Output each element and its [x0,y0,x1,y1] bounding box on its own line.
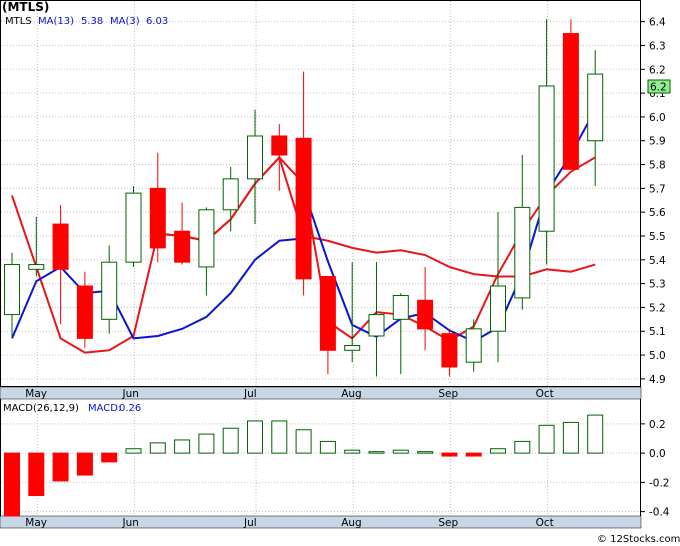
macd-bar [101,452,118,463]
candle-body [28,264,45,270]
price-tick-label: 5.8 [649,160,666,172]
macd-bar [174,439,191,454]
macd-bar [198,433,215,454]
legend-symbol: MTLS [5,16,32,27]
chart-canvas: 4.95.05.15.25.35.45.55.65.75.85.96.06.16… [0,0,680,545]
price-tick-label: 5.9 [649,136,666,148]
month-label: May [25,517,47,529]
macd-bar [149,442,166,454]
macd-bar [319,440,336,454]
candle-body [174,230,191,263]
candle-body [101,261,118,320]
candle-body [587,73,604,142]
macd-bar [465,452,482,457]
ticker-title: (MTLS) [2,0,49,14]
candle-body [149,187,166,249]
month-label: May [25,388,47,400]
legend-macd-value: 0.26 [119,403,141,414]
price-tick-label: 5.3 [649,279,666,291]
candle-body [538,85,555,232]
macd-bar [295,429,312,454]
month-label: Jun [122,388,139,400]
candle-body [344,345,361,351]
legend-macd-params: MACD(26,12,9) [3,403,79,414]
macd-bar [514,440,531,454]
candle-body [441,333,458,368]
candle-body [247,135,263,180]
month-label: Jul [243,388,257,400]
macd-bar [392,449,409,454]
price-tick-label: 6.0 [649,112,666,124]
macd-tick-label: 0.0 [649,448,666,460]
candle-body [392,295,409,320]
candle-body [368,314,385,337]
price-tick-label: 5.7 [649,183,666,195]
macd-bar [76,452,93,476]
price-tick-label: 5.1 [649,326,666,338]
macd-bar [562,421,579,454]
price-tick-label: 6.4 [649,17,666,29]
legend-ma3-value: 6.03 [146,16,168,27]
candle-body [198,209,215,268]
price-tick-label: 4.9 [649,374,666,386]
legend-ma13-value: 5.38 [81,16,103,27]
candle-body [319,275,336,351]
candle-body [514,206,531,299]
macd-pane [0,398,641,517]
macd-bar [52,452,69,482]
stock-chart: 4.9 5.0 5.1 5.2 5.3 5.4 5.5 5.6 5.7 5.8 5.9 6.0 6.1 6… [0,0,680,546]
candle-body [490,285,506,332]
month-label: Oct [536,388,554,400]
month-label: Sep [438,517,458,529]
macd-tick-label: -0.2 [649,477,670,489]
macd-bar [368,451,385,454]
month-label: Jul [243,517,257,529]
price-tick-label: 5.2 [649,302,666,314]
legend-ma3-label: MA(3) [110,16,140,27]
macd-bar [4,452,20,517]
candle-body [295,137,312,280]
legend-macd-label: MACD: [88,403,121,414]
macd-tick-label: 0.2 [649,419,666,431]
month-label: Sep [438,388,458,400]
candle-body [222,178,239,211]
candle-body [4,264,20,316]
macd-bar [271,420,288,454]
price-tick-label: 5.6 [649,207,666,219]
candle-body [271,135,288,156]
macd-bar [222,427,239,454]
macd-bar [587,414,604,454]
site-credit: © 12Stocks.com [597,534,680,545]
legend-ma13-label: MA(13) [38,16,74,27]
price-tick-label: 5.0 [649,350,666,362]
price-tick-label: 5.5 [649,231,666,243]
month-label: Aug [341,388,362,400]
macd-bar [490,448,506,454]
candle-body [125,192,142,263]
month-label: Oct [536,517,554,529]
price-tick-label: 5.4 [649,255,666,267]
price-tick-label: 6.2 [649,64,666,76]
macd-bar [344,449,361,454]
macd-bar [441,452,458,457]
candle-body [465,328,482,363]
candle-body [417,299,434,330]
macd-bar [247,420,263,454]
candle-body [76,285,93,339]
month-label: Jun [122,517,139,529]
macd-bar [125,448,142,454]
macd-bar [538,424,555,454]
macd-bar [28,452,45,497]
candle-body [562,33,579,170]
month-label: Aug [341,517,362,529]
candle-body [52,223,69,270]
last-price-value: 6.2 [650,82,667,94]
macd-tick-label: -0.4 [649,507,670,519]
macd-bar [417,451,434,454]
price-tick-label: 6.3 [649,40,666,52]
